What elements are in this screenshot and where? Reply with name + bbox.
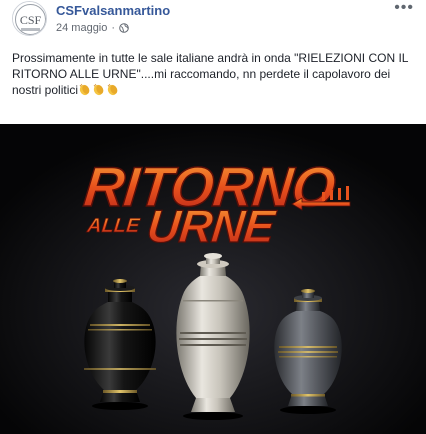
emoji-group [78,83,120,97]
more-options-icon[interactable]: ••• [394,0,414,16]
title-urne: URNE [145,200,279,252]
avatar-text: CSF [20,13,42,27]
post-meta: 24 maggio · [56,22,129,34]
clapping-hands-icon [78,83,91,96]
page-name-link[interactable]: CSFvalsanmartino [56,3,170,18]
avatar-logo: CSF [13,2,46,35]
post-timestamp[interactable]: 24 maggio [56,22,107,34]
post-message: Prossimamente in tutte le sale italiane … [12,51,408,97]
post-text: Prossimamente in tutte le sale italiane … [12,50,416,98]
page-avatar[interactable]: CSF [12,1,47,36]
post-image[interactable]: RITORNO ALLE URNE [0,124,426,434]
meta-separator: · [111,22,116,34]
clapping-hands-icon [92,83,105,96]
globe-icon[interactable] [119,23,129,33]
title-alle: ALLE [85,215,141,237]
post-header: CSF CSFvalsanmartino 24 maggio · ••• [0,0,426,40]
movie-poster-graphic: RITORNO ALLE URNE [0,124,426,434]
clapping-hands-icon [106,83,119,96]
